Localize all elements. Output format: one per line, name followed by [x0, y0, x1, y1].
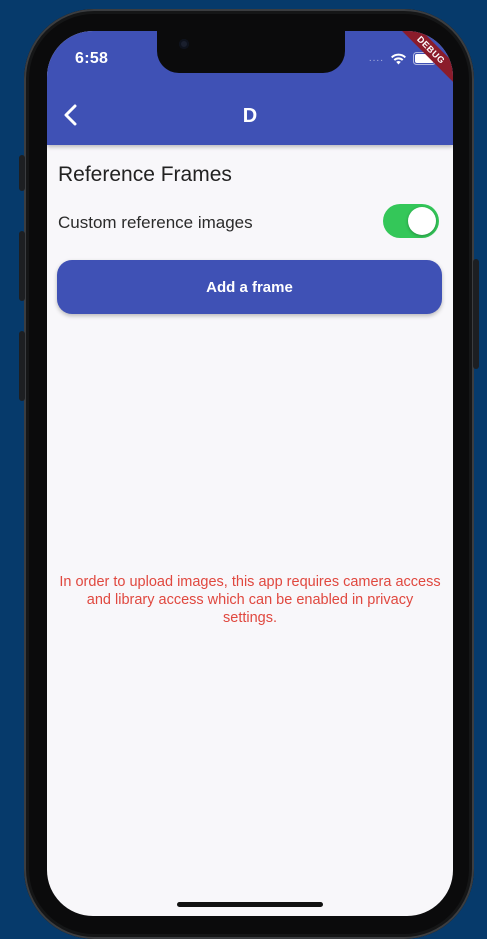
page-title: D	[242, 105, 258, 127]
wifi-icon	[391, 53, 406, 64]
content-area: Reference Frames Custom reference images…	[47, 145, 453, 916]
camera-notch	[157, 31, 345, 73]
volume-up-button	[19, 231, 25, 301]
front-camera	[179, 39, 189, 49]
add-frame-button[interactable]: Add a frame	[57, 260, 442, 314]
mute-switch	[19, 155, 25, 191]
home-indicator	[177, 902, 323, 907]
permission-notice: In order to upload images, this app requ…	[59, 574, 441, 626]
status-time: 6:58	[75, 50, 109, 67]
volume-down-button	[19, 331, 25, 401]
power-button	[473, 259, 479, 369]
signal-icon: ....	[368, 52, 384, 64]
custom-images-row: Custom reference images	[58, 204, 439, 239]
custom-images-toggle[interactable]	[383, 204, 439, 238]
app-bar: 6:58 .... DEBUG D	[47, 31, 453, 145]
toggle-label: Custom reference images	[58, 213, 253, 232]
section-title: Reference Frames	[58, 163, 232, 186]
toggle-knob	[408, 207, 436, 235]
phone-screen: 6:58 .... DEBUG D Reference Frames Custo…	[47, 31, 453, 916]
